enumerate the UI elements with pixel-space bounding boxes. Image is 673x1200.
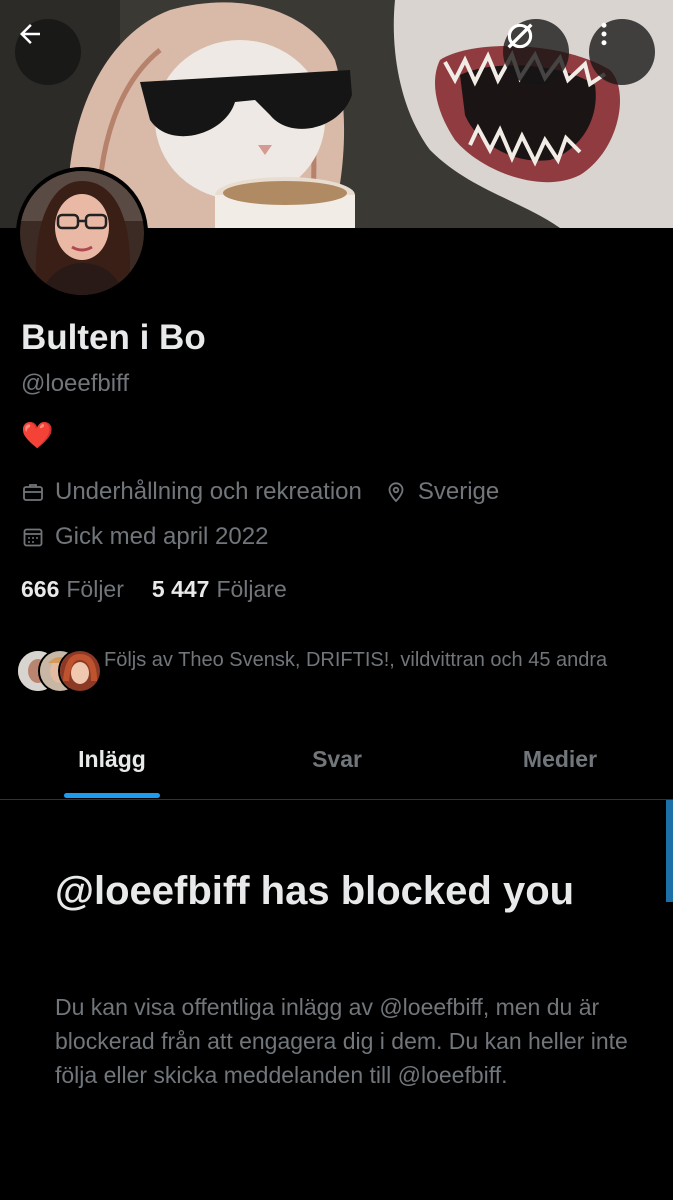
active-tab-indicator bbox=[64, 793, 160, 798]
location-pin-icon bbox=[384, 480, 408, 504]
scrollbar[interactable] bbox=[666, 800, 673, 902]
tab-posts[interactable]: Inlägg bbox=[64, 746, 160, 773]
follow-stats: 666 Följer 5 447 Följare bbox=[21, 576, 315, 603]
followed-by-text: Följs av Theo Svensk, DRIFTIS!, vildvitt… bbox=[104, 649, 608, 671]
followers-link[interactable]: 5 447 Följare bbox=[152, 576, 287, 603]
username-handle: @loeefbiff bbox=[21, 370, 129, 397]
profile-meta-joined: Gick med april 2022 bbox=[21, 523, 268, 551]
avatar-image bbox=[20, 171, 144, 295]
profile-category: Underhållning och rekreation bbox=[55, 478, 362, 505]
following-link[interactable]: 666 Följer bbox=[21, 576, 124, 603]
mutual-avatar bbox=[58, 649, 102, 693]
grok-button[interactable] bbox=[503, 19, 569, 85]
briefcase-icon bbox=[21, 480, 45, 504]
profile-meta-category-location: Underhållning och rekreation Sverige bbox=[21, 478, 499, 506]
following-label: Följer bbox=[66, 576, 124, 602]
profile-tabs: Inlägg Svar Medier bbox=[0, 730, 673, 800]
profile-location: Sverige bbox=[417, 478, 500, 505]
mutual-follower-avatars bbox=[16, 649, 102, 693]
display-name: Bulten i Bo bbox=[21, 318, 206, 357]
avatar[interactable] bbox=[16, 167, 148, 299]
back-button[interactable] bbox=[15, 19, 81, 85]
more-options-button[interactable] bbox=[589, 19, 655, 85]
tab-media[interactable]: Medier bbox=[500, 746, 620, 773]
tab-replies[interactable]: Svar bbox=[290, 746, 384, 773]
blocked-description: Du kan visa offentliga inlägg av @loeefb… bbox=[55, 994, 628, 1088]
join-date: Gick med april 2022 bbox=[55, 523, 269, 550]
blocked-title: @loeefbiff has blocked you bbox=[55, 869, 575, 913]
calendar-icon bbox=[21, 525, 45, 549]
followers-label: Följare bbox=[216, 576, 287, 602]
followers-count: 5 447 bbox=[151, 576, 210, 602]
following-count: 666 bbox=[21, 576, 60, 602]
bio: ❤️ bbox=[21, 420, 54, 450]
